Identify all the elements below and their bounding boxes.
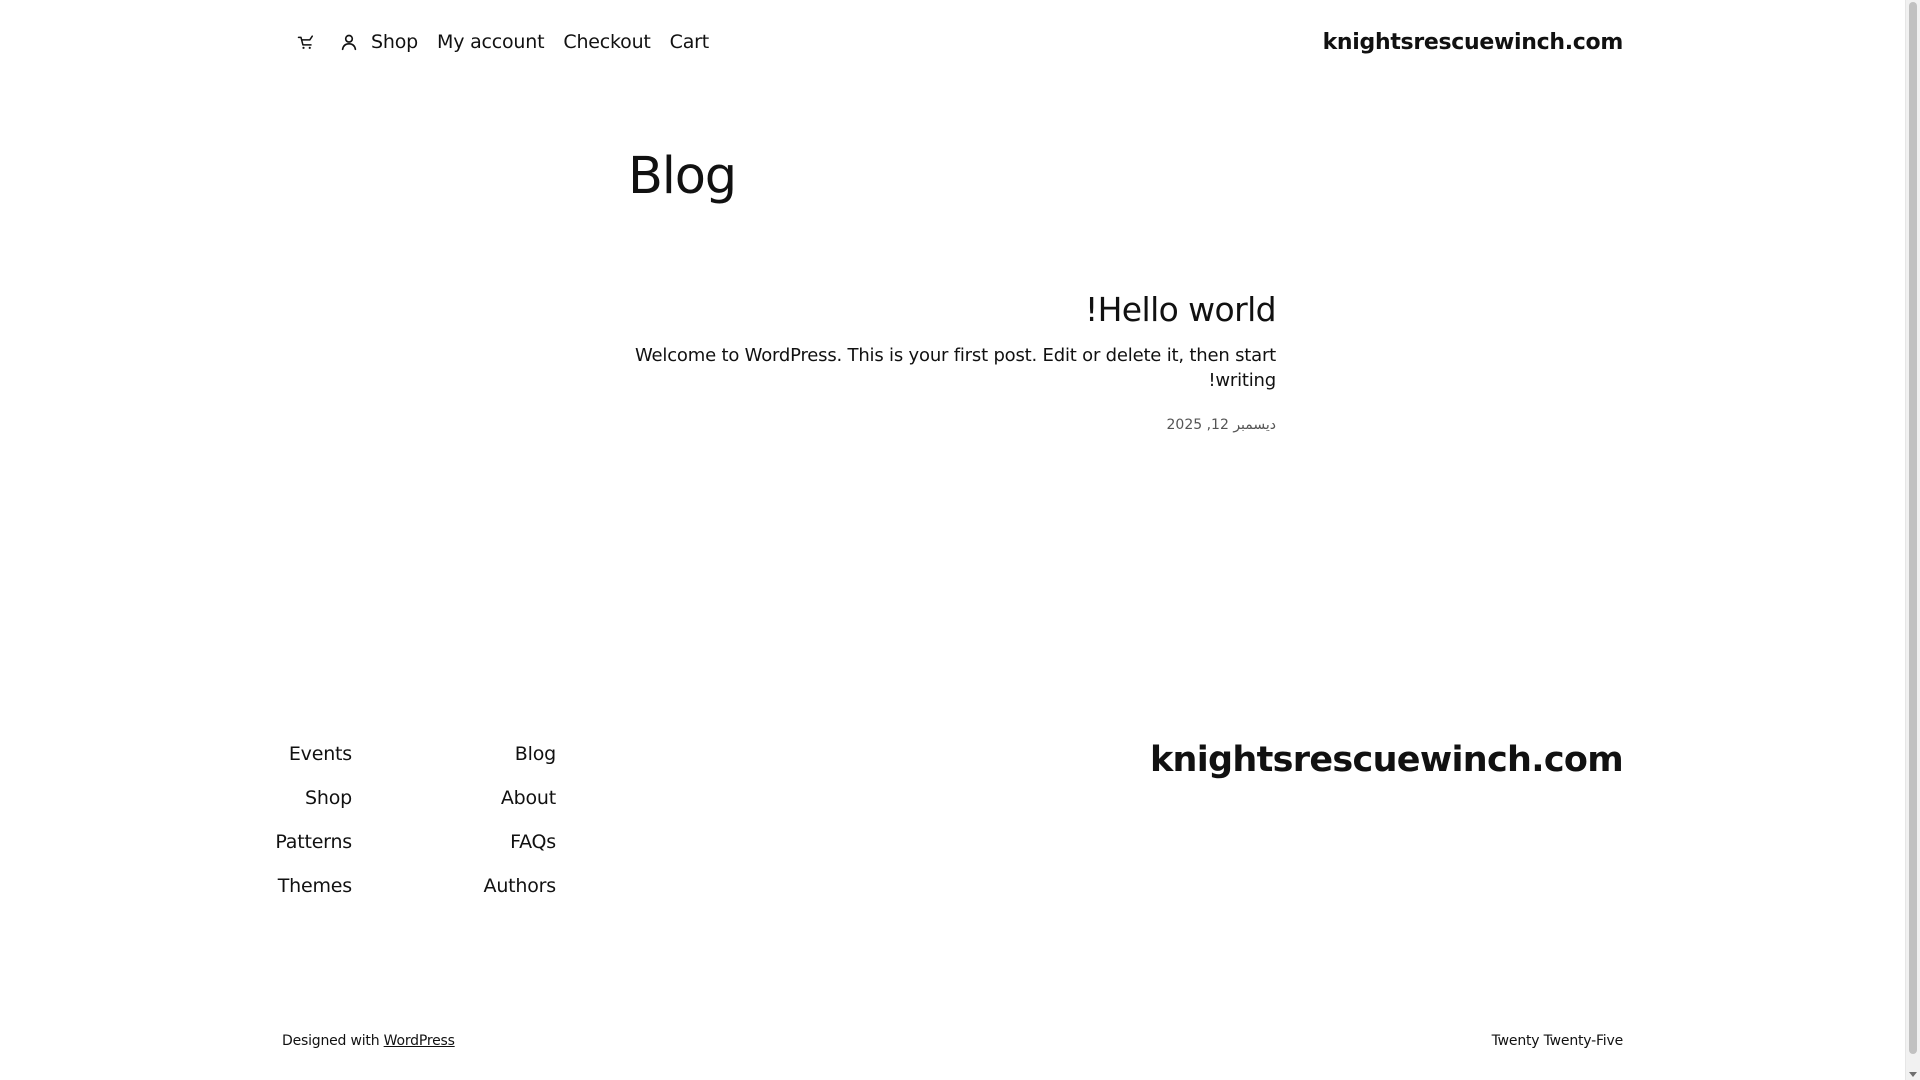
footer-link-faqs[interactable]: FAQs xyxy=(510,830,556,854)
page-title: Blog xyxy=(628,147,737,206)
post-date[interactable]: ديسمبر 12, 2025 xyxy=(1167,417,1277,433)
nav-item-my-account[interactable]: My account xyxy=(437,31,545,53)
nav-item-checkout[interactable]: Checkout xyxy=(563,31,650,53)
footer-site-title[interactable]: knightsrescuewinch.com xyxy=(1150,740,1624,780)
user-icon[interactable] xyxy=(335,28,363,56)
footer-link-shop[interactable]: Shop xyxy=(305,786,352,810)
theme-name: Twenty Twenty-Five xyxy=(1491,1033,1624,1049)
footer-link-authors[interactable]: Authors xyxy=(484,874,557,898)
footer-nav-column-2: Blog About FAQs Authors xyxy=(470,742,557,898)
site-title[interactable]: knightsrescuewinch.com xyxy=(1323,30,1624,55)
header-left: Shop My account Checkout Cart xyxy=(282,28,709,56)
scrollbar-thumb[interactable] xyxy=(1909,2,1917,1054)
post: Hello world! Welcome to WordPress. This … xyxy=(628,290,1277,433)
nav-item-cart[interactable]: Cart xyxy=(670,31,710,53)
post-excerpt: Welcome to WordPress. This is your first… xyxy=(635,344,1276,391)
credits-wordpress-link[interactable]: WordPress xyxy=(384,1033,455,1049)
post-title: Hello world! xyxy=(628,290,1277,330)
credits-prefix: Designed with xyxy=(282,1033,384,1049)
site-header: Shop My account Checkout Cart knightsres… xyxy=(282,22,1623,62)
cart-icon[interactable] xyxy=(292,28,320,56)
footer-link-themes[interactable]: Themes xyxy=(278,874,352,898)
post-title-link[interactable]: Hello world! xyxy=(1085,290,1277,329)
page: Shop My account Checkout Cart knightsres… xyxy=(0,0,1905,1080)
nav-item-shop[interactable]: Shop xyxy=(371,31,418,53)
footer-link-patterns[interactable]: Patterns xyxy=(275,830,352,854)
scroll-down-arrow-icon[interactable] xyxy=(1909,1072,1917,1077)
header-nav: Shop My account Checkout Cart xyxy=(371,31,709,53)
footer-link-about[interactable]: About xyxy=(501,786,556,810)
footer-nav-column-1: Events Shop Patterns Themes xyxy=(275,742,352,898)
vertical-scrollbar[interactable] xyxy=(1905,0,1920,1080)
footer-link-events[interactable]: Events xyxy=(289,742,352,766)
footer-credits: Designed with WordPress xyxy=(282,1033,455,1049)
footer-link-blog[interactable]: Blog xyxy=(515,742,556,766)
